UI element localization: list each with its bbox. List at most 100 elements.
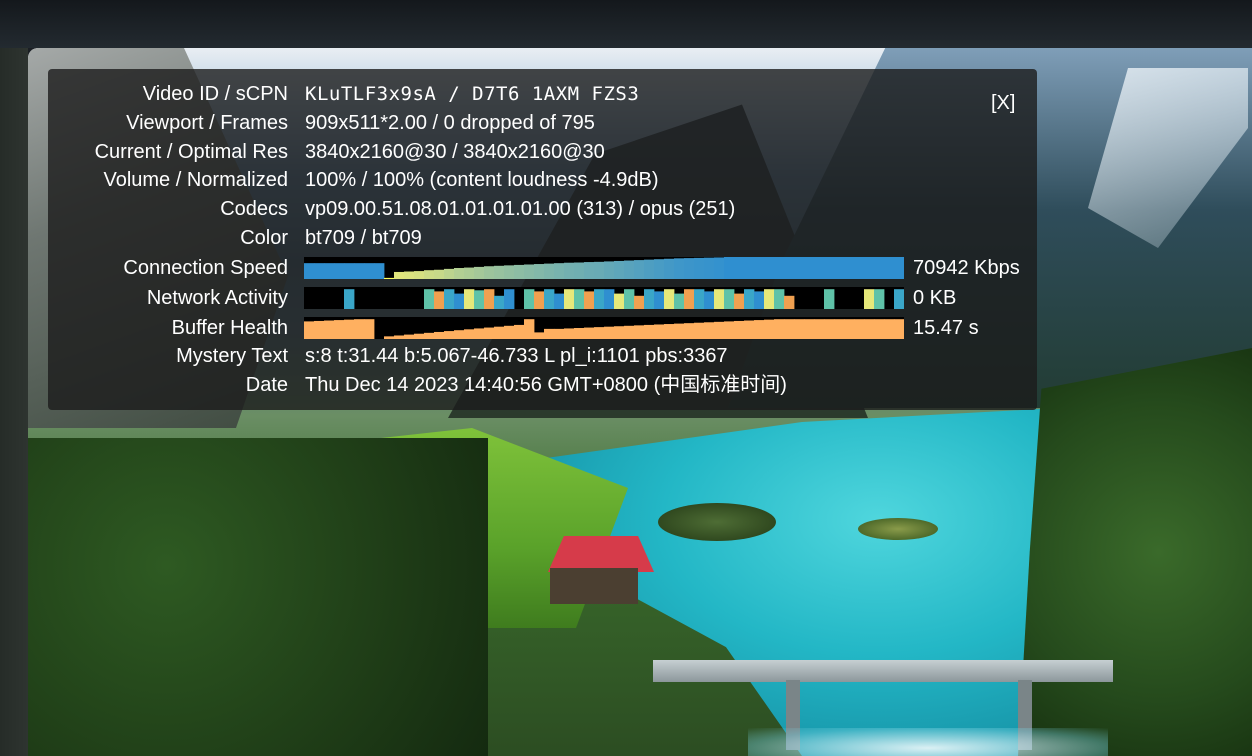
network-activity-bar <box>704 291 715 309</box>
network-activity-bar <box>614 293 625 309</box>
network-activity-bar <box>724 289 735 309</box>
connection-speed-bar <box>664 258 675 279</box>
row-codecs: Codecs vp09.00.51.08.01.01.01.01.00 (313… <box>48 195 1037 223</box>
connection-speed-bar <box>404 271 415 279</box>
network-activity-graph <box>304 287 904 309</box>
buffer-health-bar <box>474 328 485 339</box>
value-connection-speed: 70942 Kbps <box>913 257 1020 279</box>
row-viewport: Viewport / Frames 909x511*2.00 / 0 dropp… <box>48 109 1037 137</box>
label-date: Date <box>245 374 288 396</box>
connection-speed-bar <box>654 259 665 279</box>
value-resolution: 3840x2160@30 / 3840x2160@30 <box>305 141 605 163</box>
network-activity-bar <box>634 295 645 309</box>
buffer-health-bar <box>874 319 885 339</box>
row-buffer-health: Buffer Health 15.47 s <box>48 314 1037 342</box>
row-resolution: Current / Optimal Res 3840x2160@30 / 384… <box>48 138 1037 166</box>
buffer-health-bar <box>854 319 865 339</box>
buffer-health-bar <box>424 332 435 339</box>
buffer-health-bar <box>844 319 855 339</box>
network-activity-bar <box>824 289 835 309</box>
connection-speed-bars <box>304 257 904 279</box>
connection-speed-bar <box>314 263 325 279</box>
label-resolution: Current / Optimal Res <box>94 141 288 163</box>
connection-speed-bar <box>544 263 555 279</box>
network-activity-bar <box>774 289 785 309</box>
buffer-health-bar <box>414 333 425 339</box>
row-volume: Volume / Normalized 100% / 100% (content… <box>48 166 1037 194</box>
buffer-health-bar <box>604 326 615 339</box>
connection-speed-bar <box>364 263 375 279</box>
connection-speed-bar <box>334 263 345 279</box>
connection-speed-bar <box>534 264 545 279</box>
connection-speed-bar <box>514 264 525 279</box>
network-activity-bar <box>504 289 515 309</box>
buffer-health-bar <box>364 319 375 339</box>
network-activity-bar <box>454 293 465 309</box>
network-activity-bar <box>664 289 675 309</box>
buffer-health-bar <box>584 327 595 339</box>
network-activity-bar <box>444 289 455 309</box>
connection-speed-bar <box>584 262 595 279</box>
buffer-health-bar <box>464 329 475 339</box>
label-network-activity: Network Activity <box>146 287 288 309</box>
island <box>658 503 776 541</box>
connection-speed-bar <box>454 268 465 279</box>
connection-speed-bar <box>724 257 735 279</box>
network-activity-bar <box>864 289 875 309</box>
connection-speed-bar <box>564 262 575 279</box>
buffer-health-bar <box>514 324 525 339</box>
network-activity-bar <box>734 293 745 309</box>
buffer-health-bar <box>434 331 445 339</box>
label-video-id: Video ID / sCPN <box>142 83 288 105</box>
buffer-health-bar <box>614 326 625 339</box>
value-codecs: vp09.00.51.08.01.01.01.01.00 (313) / opu… <box>305 198 736 220</box>
river-rapids <box>748 728 1108 756</box>
connection-speed-bar <box>554 263 565 279</box>
network-activity-bar <box>894 289 904 309</box>
row-date: Date Thu Dec 14 2023 14:40:56 GMT+0800 (… <box>48 371 1037 399</box>
buffer-health-bar <box>454 330 465 339</box>
connection-speed-bar <box>524 264 535 279</box>
label-buffer-health: Buffer Health <box>171 317 288 339</box>
connection-speed-bar <box>504 265 515 279</box>
connection-speed-bar <box>684 258 695 279</box>
value-viewport: 909x511*2.00 / 0 dropped of 795 <box>305 112 595 134</box>
buffer-health-graph <box>304 317 904 339</box>
buffer-health-bar <box>754 320 765 339</box>
network-activity-bar <box>654 291 665 309</box>
network-activity-bar <box>784 295 795 309</box>
connection-speed-bar <box>344 263 355 279</box>
network-activity-bar <box>434 291 445 309</box>
connection-speed-bar <box>374 263 385 279</box>
buffer-health-bar <box>564 328 575 339</box>
row-connection-speed: Connection Speed 70942 Kbps <box>48 254 1037 282</box>
connection-speed-bar <box>574 262 585 279</box>
row-mystery-text: Mystery Text s:8 t:31.44 b:5.067-46.733 … <box>48 342 1037 370</box>
buffer-health-bar <box>314 320 325 339</box>
connection-speed-bar <box>804 257 815 279</box>
connection-speed-graph <box>304 257 904 279</box>
buffer-health-bar <box>494 326 505 339</box>
red-roof <box>548 536 654 572</box>
buffer-health-bar <box>504 325 515 339</box>
network-activity-bar <box>344 289 355 309</box>
connection-speed-bar <box>674 258 685 279</box>
row-video-id: Video ID / sCPN KLuTLF3x9sA / D7T6 1AXM … <box>48 80 1037 108</box>
network-activity-bar <box>554 293 565 309</box>
buffer-health-bar <box>774 319 785 339</box>
buffer-health-bar <box>794 319 805 339</box>
connection-speed-bar <box>424 270 435 279</box>
connection-speed-bar <box>744 257 755 279</box>
value-color: bt709 / bt709 <box>305 227 422 249</box>
connection-speed-bar <box>734 257 745 279</box>
page-left-strip <box>0 48 28 756</box>
connection-speed-bar <box>754 257 765 279</box>
buffer-health-bar <box>554 328 565 339</box>
buffer-health-bar <box>694 322 705 339</box>
buffer-health-bar <box>544 328 555 339</box>
connection-speed-bar <box>594 261 605 279</box>
buffer-health-bar <box>644 324 655 339</box>
buffer-health-bar <box>634 325 645 339</box>
buffer-health-bar <box>324 320 335 339</box>
network-activity-bar <box>594 289 605 309</box>
